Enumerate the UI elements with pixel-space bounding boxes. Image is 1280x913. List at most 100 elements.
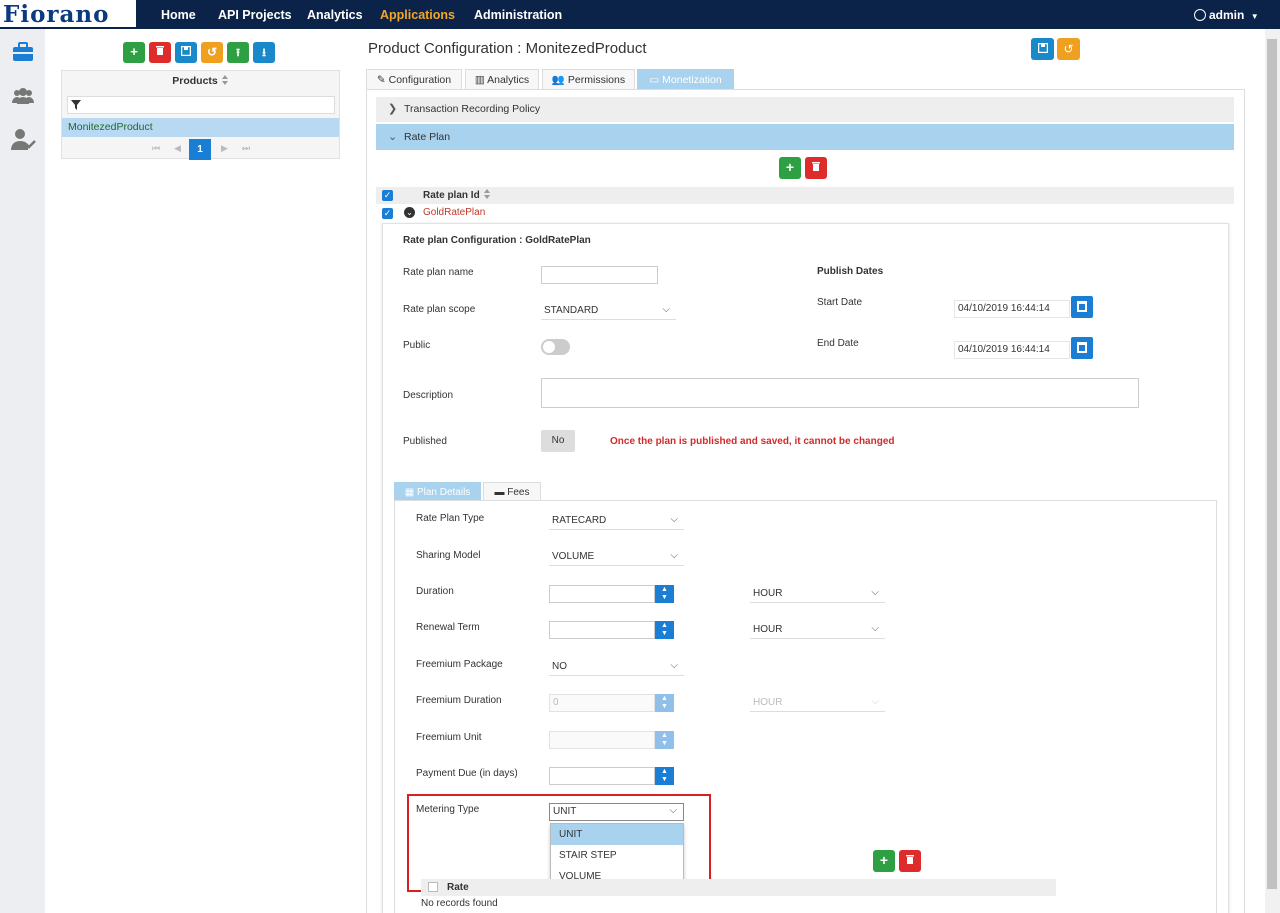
rate-plan-section[interactable]: ⌄ Rate Plan — [376, 124, 1234, 150]
tab-monetization[interactable]: ▭ Monetization — [637, 69, 734, 89]
renewal-term-stepper[interactable]: ▲ ▼ — [655, 621, 674, 639]
products-header[interactable]: Products — [62, 71, 339, 91]
description-textarea[interactable] — [541, 378, 1139, 408]
tab-fees[interactable]: ▬ Fees — [483, 482, 541, 501]
nav-api-projects[interactable]: API Projects — [218, 8, 292, 22]
chevron-down-icon: ⌵ — [871, 696, 879, 707]
rate-plan-name-label: Rate plan name — [403, 267, 474, 278]
payment-due-label: Payment Due (in days) — [416, 768, 518, 779]
chevron-down-icon: ⌵ — [871, 623, 879, 634]
metering-type-dropdown: UNIT STAIR STEP VOLUME — [550, 823, 684, 887]
sharing-model-select[interactable]: VOLUME ⌵ — [549, 548, 684, 566]
rate-plan-scope-select[interactable]: STANDARD ⌵ — [541, 302, 676, 320]
end-date-input[interactable]: 04/10/2019 16:44:14 — [954, 341, 1070, 359]
select-all-checkbox[interactable]: ✓ — [382, 190, 393, 201]
money-icon: ▭ — [649, 74, 660, 86]
delete-rate-plan-button[interactable] — [805, 157, 827, 179]
add-product-button[interactable]: + — [123, 42, 145, 63]
nav-applications[interactable]: Applications — [380, 8, 455, 22]
tab-configuration[interactable]: ✎ Configuration — [366, 69, 462, 89]
public-toggle[interactable] — [541, 339, 570, 355]
trash-icon — [812, 162, 820, 171]
page-scrollbar[interactable] — [1265, 29, 1280, 913]
public-label: Public — [403, 340, 431, 351]
chevron-down-icon: ⌵ — [670, 660, 678, 671]
tab-plan-details[interactable]: ▦ Plan Details — [394, 482, 481, 501]
renewal-unit-select[interactable]: HOUR ⌵ — [750, 621, 885, 639]
rate-plan-type-label: Rate Plan Type — [416, 513, 485, 524]
duration-unit-select[interactable]: HOUR ⌵ — [750, 585, 885, 603]
products-filter-input[interactable] — [67, 96, 335, 114]
sort-icon — [221, 75, 229, 85]
download-product-button[interactable]: ⭳ — [253, 42, 275, 63]
save-product-button[interactable] — [175, 42, 197, 63]
sharing-model-label: Sharing Model — [416, 550, 481, 561]
duration-stepper[interactable]: ▲ ▼ — [655, 585, 674, 603]
rate-plan-name-input[interactable] — [541, 266, 658, 284]
nav-administration[interactable]: Administration — [474, 8, 562, 22]
end-date-calendar-icon[interactable] — [1071, 337, 1093, 359]
briefcase-icon[interactable] — [9, 40, 37, 66]
page-title: Product Configuration : MonitezedProduct — [368, 40, 647, 57]
chevron-down-icon: ⌵ — [670, 550, 678, 561]
row-checkbox[interactable]: ✓ — [382, 208, 393, 219]
start-date-label: Start Date — [817, 297, 863, 308]
publish-warning: Once the plan is published and saved, it… — [610, 436, 895, 447]
undo-config-button[interactable]: ↺ — [1057, 38, 1080, 60]
rate-select-all-checkbox[interactable] — [428, 882, 438, 892]
chevron-down-icon: ⌄ — [388, 131, 398, 143]
metering-option-stair-step[interactable]: STAIR STEP — [551, 845, 683, 866]
users-group-icon[interactable] — [9, 84, 37, 110]
fiorano-logo[interactable]: Fiorano — [0, 0, 136, 29]
renewal-term-input[interactable] — [549, 621, 655, 639]
add-rate-plan-button[interactable]: + — [779, 157, 801, 179]
publish-dates-heading: Publish Dates — [817, 266, 884, 277]
duration-input[interactable] — [549, 585, 655, 603]
save-config-button[interactable] — [1031, 38, 1054, 60]
upload-product-button[interactable]: ⭱ — [227, 42, 249, 63]
freemium-unit-label: Freemium Unit — [416, 732, 482, 743]
product-row-monitezedproduct[interactable]: MonitezedProduct — [62, 118, 339, 137]
tab-permissions[interactable]: 👥 Permissions — [542, 69, 635, 89]
last-page-icon[interactable]: ⏭ — [242, 143, 250, 154]
published-no-button[interactable]: No — [541, 430, 575, 452]
tab-analytics[interactable]: ▥ Analytics — [465, 69, 539, 89]
freemium-package-select[interactable]: NO ⌵ — [549, 658, 684, 676]
start-date-calendar-icon[interactable] — [1071, 296, 1093, 318]
nav-home[interactable]: Home — [161, 8, 196, 22]
nav-analytics[interactable]: Analytics — [307, 8, 363, 22]
user-check-icon[interactable] — [9, 126, 37, 152]
freemium-duration-stepper[interactable]: ▲ ▼ — [655, 694, 674, 712]
rate-plan-type-select[interactable]: RATECARD ⌵ — [549, 512, 684, 530]
current-page-button[interactable]: 1 — [189, 139, 211, 160]
expand-row-icon[interactable]: ⌄ — [404, 207, 415, 218]
rate-table-header — [421, 879, 1056, 896]
prev-page-icon[interactable]: ◀ — [174, 143, 181, 154]
undo-product-button[interactable]: ↺ — [201, 42, 223, 63]
transaction-recording-policy-section[interactable]: ❯ Transaction Recording Policy — [376, 97, 1234, 122]
start-date-input[interactable]: 04/10/2019 16:44:14 — [954, 300, 1070, 318]
metering-option-unit[interactable]: UNIT — [551, 824, 683, 845]
delete-product-button[interactable] — [149, 42, 171, 63]
first-page-icon[interactable]: ⏮ — [152, 143, 160, 154]
chevron-down-icon: ⌵ — [669, 805, 677, 816]
scrollbar-thumb[interactable] — [1267, 39, 1277, 889]
freemium-unit-stepper[interactable]: ▲ ▼ — [655, 731, 674, 749]
payment-due-stepper[interactable]: ▲ ▼ — [655, 767, 674, 785]
user-menu[interactable]: admin ▼ — [1194, 8, 1259, 22]
add-rate-button[interactable]: + — [873, 850, 895, 872]
rate-plan-row-goldrateplan[interactable]: GoldRatePlan — [423, 207, 485, 218]
filter-icon — [71, 100, 81, 110]
payment-due-input[interactable] — [549, 767, 655, 785]
next-page-icon[interactable]: ▶ — [221, 143, 228, 154]
freemium-duration-input[interactable]: 0 — [549, 694, 655, 712]
undo-icon: ↺ — [1063, 42, 1074, 56]
delete-rate-button[interactable] — [899, 850, 921, 872]
trash-icon — [906, 855, 914, 864]
freemium-duration-unit-select[interactable]: HOUR ⌵ — [750, 694, 885, 712]
metering-type-select[interactable]: UNIT ⌵ — [549, 803, 684, 821]
rate-plan-id-column[interactable]: Rate plan Id — [423, 189, 491, 201]
description-label: Description — [403, 390, 454, 401]
top-navbar: Fiorano Home API Projects Analytics Appl… — [0, 0, 1280, 29]
freemium-unit-input[interactable] — [549, 731, 655, 749]
